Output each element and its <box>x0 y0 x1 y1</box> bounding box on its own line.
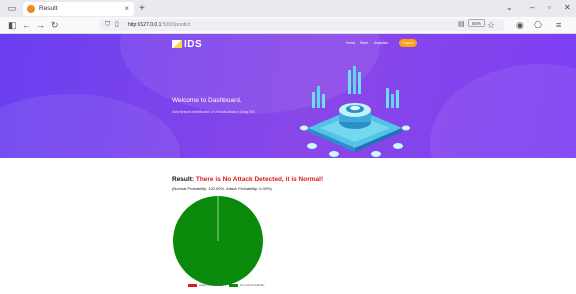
sidebar-icon[interactable]: ◧ <box>8 19 17 31</box>
url-text[interactable]: http://127.0.0.1:5000/predict <box>128 19 190 31</box>
maximize-icon[interactable]: ▫ <box>548 2 551 14</box>
hero-tagline: Data Network Identification of Unusual A… <box>172 110 255 114</box>
new-tab-button[interactable]: + <box>139 2 145 15</box>
result-label: Result: <box>172 176 195 183</box>
browser-tab-result[interactable]: Result × <box>23 2 134 16</box>
reload-icon[interactable]: ↻ <box>51 19 59 31</box>
zoom-level[interactable]: 50% <box>468 19 486 27</box>
page-icon: ▯ <box>115 21 119 28</box>
close-window-icon[interactable]: ✕ <box>564 2 571 14</box>
account-icon[interactable]: ◉ <box>516 19 524 31</box>
shield-icon[interactable]: ⛉ <box>105 19 110 31</box>
probability-pie-chart <box>173 196 263 286</box>
tab-close-icon[interactable]: × <box>124 3 129 15</box>
browser-tab-bar: ▭ Result × + ⌄ – ▫ ✕ <box>0 0 576 17</box>
nav-link-store[interactable]: Store <box>360 41 368 46</box>
minimize-icon[interactable]: – <box>530 2 534 14</box>
forward-icon[interactable]: → <box>36 19 45 31</box>
legend-swatch-attack <box>188 283 197 287</box>
welcome-heading: Welcome to Dashboard. <box>172 97 242 104</box>
tab-title: Result <box>39 5 58 12</box>
bookmark-star-icon[interactable]: ☆ <box>487 19 495 31</box>
browser-nav-bar: ◧ ← → ↻ ⛉ ▯ http://127.0.0.1:5000/predic… <box>0 17 576 34</box>
legend-label-normal: Normal Probability <box>240 283 265 287</box>
back-icon[interactable]: ← <box>22 19 31 31</box>
decor-shape <box>430 64 576 158</box>
chart-legend: Attack Probability Normal Probability <box>188 282 271 288</box>
probability-text: (Normal Probability: 100.00%, Attack Pro… <box>172 186 272 191</box>
reader-view-icon[interactable]: ▤ <box>458 19 465 31</box>
hero-banner: IDS Home Store Analytics Logout Welcome … <box>0 34 576 158</box>
legend-swatch-normal <box>229 283 239 287</box>
address-bar[interactable]: ⛉ ▯ http://127.0.0.1:5000/predict <box>100 19 504 31</box>
logout-button[interactable]: Logout <box>399 39 417 47</box>
result-heading: Result: There is No Attack Detected, it … <box>172 176 323 183</box>
favicon-icon <box>27 5 35 13</box>
extensions-icon[interactable]: ⎔ <box>534 19 542 31</box>
server-illustration <box>300 66 410 157</box>
result-message: There is No Attack Detected, it is Norma… <box>195 176 324 183</box>
menu-icon[interactable]: ≡ <box>556 19 561 31</box>
legend-item-normal[interactable]: Normal Probability <box>229 282 265 288</box>
tab-list-icon[interactable]: ⌄ <box>506 2 513 14</box>
legend-item-attack[interactable]: Attack Probability <box>188 282 222 288</box>
site-logo[interactable]: IDS <box>172 39 202 50</box>
nav-link-analytics[interactable]: Analytics <box>374 41 388 46</box>
nav-link-home[interactable]: Home <box>346 41 355 46</box>
legend-label-attack: Attack Probability <box>199 283 223 287</box>
tab-overview-icon[interactable]: ▭ <box>7 3 17 13</box>
logo-icon <box>172 40 182 48</box>
decor-shape <box>0 94 180 158</box>
